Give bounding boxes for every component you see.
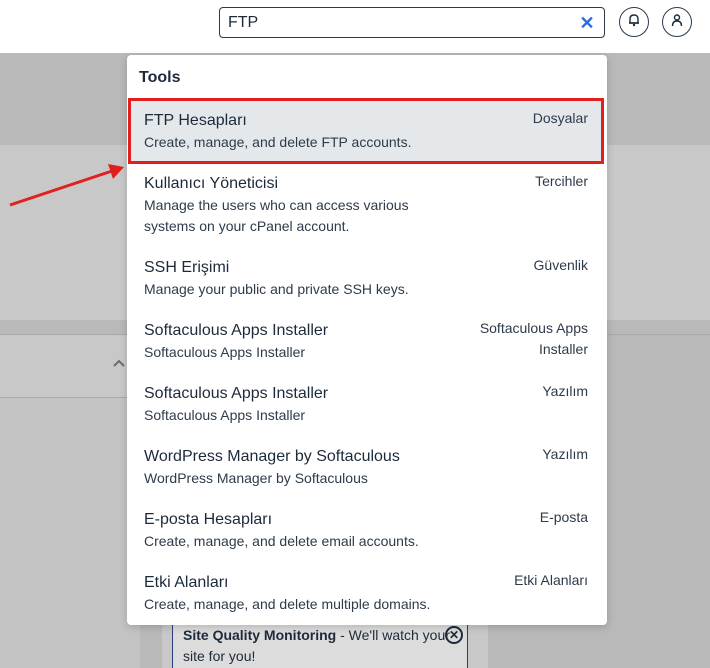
- result-description: Manage your public and private SSH keys.: [144, 281, 409, 297]
- background-section: [0, 398, 140, 668]
- result-description: Create, manage, and delete email account…: [144, 533, 419, 549]
- result-category: Yazılım: [542, 446, 588, 462]
- search-box[interactable]: ✕: [219, 7, 605, 38]
- result-category: E-posta: [539, 509, 588, 525]
- promo-close-icon[interactable]: ✕: [445, 626, 463, 644]
- result-category: Güvenlik: [533, 257, 588, 273]
- result-description: Manage the users who can access various …: [144, 197, 409, 234]
- result-category: Softaculous Apps Installer: [479, 320, 588, 357]
- result-category: Tercihler: [535, 173, 588, 189]
- result-wordpress-manager[interactable]: WordPress Manager by Softaculous WordPre…: [128, 446, 604, 489]
- bell-icon: [627, 13, 641, 32]
- result-category: Yazılım: [542, 383, 588, 399]
- result-description: WordPress Manager by Softaculous: [144, 470, 368, 486]
- result-category: Etki Alanları: [514, 572, 588, 588]
- result-softaculous-installer[interactable]: Softaculous Apps Installer Softaculous A…: [128, 320, 604, 363]
- result-ftp-accounts[interactable]: FTP Hesapları Create, manage, and delete…: [128, 98, 604, 164]
- annotation-arrow: [9, 164, 124, 207]
- result-description: Softaculous Apps Installer: [144, 407, 306, 423]
- result-description: Softaculous Apps Installer: [144, 344, 306, 360]
- result-description: Create, manage, and delete FTP accounts.: [144, 134, 412, 150]
- result-description: Create, manage, and delete multiple doma…: [144, 596, 431, 612]
- results-group-header: Tools: [139, 69, 181, 86]
- notifications-button[interactable]: [619, 7, 649, 37]
- chevron-up-icon: [112, 355, 126, 373]
- clear-search-icon[interactable]: ✕: [578, 14, 596, 32]
- result-ssh-access[interactable]: SSH Erişimi Manage your public and priva…: [128, 257, 604, 300]
- search-input[interactable]: [228, 12, 568, 34]
- result-category: Dosyalar: [532, 110, 588, 126]
- top-bar: ✕: [0, 0, 710, 53]
- promo-title: Site Quality Monitoring: [183, 627, 337, 643]
- user-icon: [670, 13, 684, 32]
- search-results-dropdown: Tools FTP Hesapları Create, manage, and …: [127, 55, 607, 625]
- user-menu-button[interactable]: [662, 7, 692, 37]
- result-domains[interactable]: Etki Alanları Create, manage, and delete…: [128, 572, 604, 615]
- result-email-accounts[interactable]: E-posta Hesapları Create, manage, and de…: [128, 509, 604, 552]
- result-softaculous-installer-software[interactable]: Softaculous Apps Installer Softaculous A…: [128, 383, 604, 426]
- result-user-manager[interactable]: Kullanıcı Yöneticisi Manage the users wh…: [128, 173, 604, 237]
